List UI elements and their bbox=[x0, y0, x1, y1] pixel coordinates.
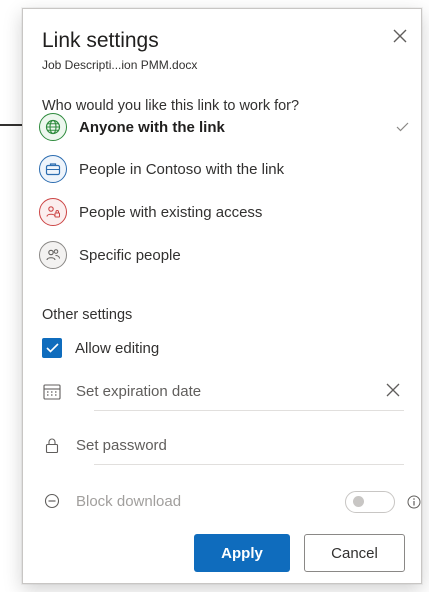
block-icon bbox=[42, 491, 62, 511]
toggle-knob bbox=[353, 496, 364, 507]
field-underline bbox=[94, 464, 404, 465]
block-download-row: Block download bbox=[42, 481, 421, 521]
link-settings-dialog: Link settings Job Descripti...ion PMM.do… bbox=[22, 8, 422, 584]
option-label: People in Contoso with the link bbox=[79, 160, 285, 178]
field-underline bbox=[94, 410, 404, 411]
other-settings-heading: Other settings bbox=[42, 307, 133, 323]
option-people-in-org[interactable]: People in Contoso with the link bbox=[39, 151, 409, 187]
clear-expiration-button[interactable] bbox=[382, 379, 404, 401]
people-icon bbox=[39, 241, 67, 269]
option-label: Anyone with the link bbox=[79, 118, 225, 136]
option-label: People with existing access bbox=[79, 203, 263, 221]
allow-editing-checkbox[interactable] bbox=[42, 338, 62, 358]
close-button[interactable] bbox=[389, 25, 411, 47]
lock-icon bbox=[42, 435, 62, 455]
people-lock-icon bbox=[39, 198, 67, 226]
checkmark-icon bbox=[396, 119, 409, 137]
file-name: Job Descripti...ion PMM.docx bbox=[42, 58, 198, 72]
option-label: Specific people bbox=[79, 246, 181, 264]
expiration-date-placeholder: Set expiration date bbox=[76, 382, 202, 400]
option-existing-access[interactable]: People with existing access bbox=[39, 194, 409, 230]
option-anyone-with-link[interactable]: Anyone with the link bbox=[39, 109, 409, 145]
block-download-toggle[interactable] bbox=[345, 491, 395, 513]
checkmark-icon bbox=[45, 343, 59, 353]
cancel-button[interactable]: Cancel bbox=[304, 534, 405, 572]
password-field[interactable]: Set password bbox=[42, 425, 404, 465]
allow-editing-label: Allow editing bbox=[75, 339, 160, 357]
option-specific-people[interactable]: Specific people bbox=[39, 237, 409, 273]
calendar-icon bbox=[42, 381, 62, 401]
allow-editing-checkbox-row[interactable]: Allow editing bbox=[42, 336, 159, 360]
globe-icon bbox=[39, 113, 67, 141]
block-download-label: Block download bbox=[76, 492, 182, 510]
expiration-date-field[interactable]: Set expiration date bbox=[42, 371, 404, 411]
close-icon bbox=[393, 29, 407, 43]
dialog-title: Link settings bbox=[42, 29, 159, 52]
apply-button[interactable]: Apply bbox=[194, 534, 290, 572]
info-icon[interactable] bbox=[407, 495, 421, 509]
briefcase-icon bbox=[39, 155, 67, 183]
close-icon bbox=[386, 383, 400, 397]
password-placeholder: Set password bbox=[76, 436, 167, 454]
